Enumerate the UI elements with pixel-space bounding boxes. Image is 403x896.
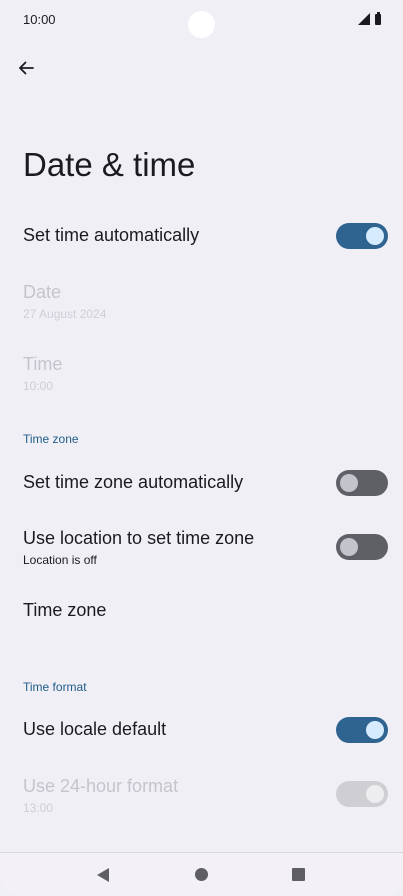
use-24-hour-value: 13:00 bbox=[23, 801, 54, 815]
time-zone-row[interactable]: Time zone bbox=[23, 600, 388, 621]
status-time: 10:00 bbox=[23, 12, 56, 27]
status-icons bbox=[358, 11, 381, 25]
camera-cutout bbox=[188, 11, 215, 38]
use-locale-default-row[interactable]: Use locale default bbox=[23, 719, 388, 740]
use-location-label: Use location to set time zone bbox=[23, 528, 255, 548]
use-locale-default-switch[interactable] bbox=[336, 717, 388, 743]
signal-icon bbox=[358, 13, 370, 25]
set-time-zone-automatically-row[interactable]: Set time zone automatically bbox=[23, 472, 388, 493]
date-row: Date 27 August 2024 bbox=[23, 282, 388, 321]
date-label: Date bbox=[23, 282, 62, 302]
time-zone-section-header: Time zone bbox=[23, 432, 79, 446]
time-label: Time bbox=[23, 354, 63, 374]
set-time-zone-automatically-switch[interactable] bbox=[336, 470, 388, 496]
use-24-hour-switch bbox=[336, 781, 388, 807]
battery-icon bbox=[375, 11, 381, 25]
set-time-zone-automatically-label: Set time zone automatically bbox=[23, 472, 244, 492]
time-zone-label: Time zone bbox=[23, 600, 107, 620]
page-title: Date & time bbox=[23, 146, 196, 183]
triangle-back-icon[interactable] bbox=[97, 868, 109, 882]
date-value: 27 August 2024 bbox=[23, 307, 107, 321]
use-location-sub: Location is off bbox=[23, 553, 97, 567]
screen: 10:00 Date & time Set time automatically… bbox=[0, 0, 403, 896]
switch-knob bbox=[366, 785, 384, 803]
use-location-switch[interactable] bbox=[336, 534, 388, 560]
switch-knob bbox=[340, 474, 358, 492]
switch-knob bbox=[366, 721, 384, 739]
use-24-hour-label: Use 24-hour format bbox=[23, 776, 179, 796]
time-row: Time 10:00 bbox=[23, 354, 388, 393]
set-time-automatically-label: Set time automatically bbox=[23, 225, 200, 245]
time-format-section-header: Time format bbox=[23, 680, 87, 694]
square-recents-icon[interactable] bbox=[292, 868, 305, 881]
back-button[interactable] bbox=[12, 54, 40, 82]
navigation-bar bbox=[0, 852, 403, 896]
use-24-hour-row: Use 24-hour format 13:00 bbox=[23, 776, 388, 815]
use-location-row[interactable]: Use location to set time zone Location i… bbox=[23, 528, 388, 567]
use-locale-default-label: Use locale default bbox=[23, 719, 167, 739]
time-value: 10:00 bbox=[23, 379, 54, 393]
switch-knob bbox=[366, 227, 384, 245]
arrow-left-icon bbox=[19, 61, 34, 75]
switch-knob bbox=[340, 538, 358, 556]
circle-home-icon[interactable] bbox=[195, 868, 208, 881]
set-time-automatically-switch[interactable] bbox=[336, 223, 388, 249]
set-time-automatically-row[interactable]: Set time automatically bbox=[23, 225, 388, 246]
